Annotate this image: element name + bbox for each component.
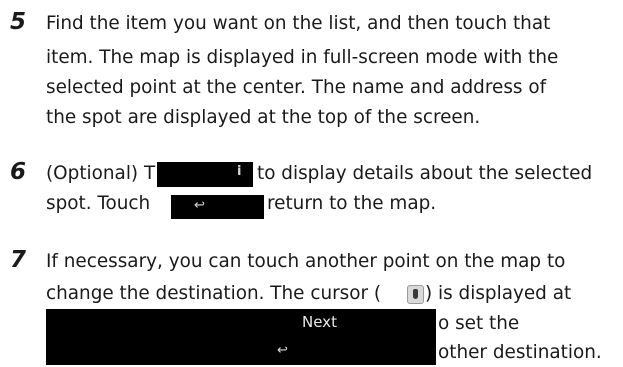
- info-button[interactable]: i: [157, 162, 253, 187]
- step-number: 7: [10, 247, 27, 273]
- step-text-line: return to the map.: [267, 193, 437, 214]
- step-text-line: ) is displayed at: [425, 283, 572, 304]
- step-text-line: Find the item you want on the list, and …: [46, 13, 551, 34]
- step-text-line: to display details about the selected: [257, 163, 593, 184]
- next-button-label: Next: [302, 313, 337, 331]
- info-icon: i: [237, 164, 242, 179]
- step-number: 5: [10, 9, 27, 35]
- step-text-line: item. The map is displayed in full-scree…: [46, 47, 559, 68]
- cursor-icon: [407, 285, 424, 304]
- step-text-line: If necessary, you can touch another poin…: [46, 251, 566, 272]
- back-button[interactable]: ↩: [171, 195, 264, 219]
- return-icon: ↩: [277, 343, 288, 358]
- step-text-line: the spot are displayed at the top of the…: [46, 107, 481, 128]
- step-text-line: change the destination. The cursor (: [46, 283, 382, 304]
- step-number: 6: [10, 159, 27, 185]
- step-text-line: selected point at the center. The name a…: [46, 77, 547, 98]
- return-icon: ↩: [194, 198, 205, 213]
- step-text-line: (Optional) T: [46, 163, 156, 184]
- step-text-line: other destination.: [438, 342, 602, 363]
- step-text-line: o set the: [438, 313, 520, 334]
- next-button-region[interactable]: Next ↩: [46, 309, 436, 365]
- step-text-line: spot. Touch: [46, 193, 151, 214]
